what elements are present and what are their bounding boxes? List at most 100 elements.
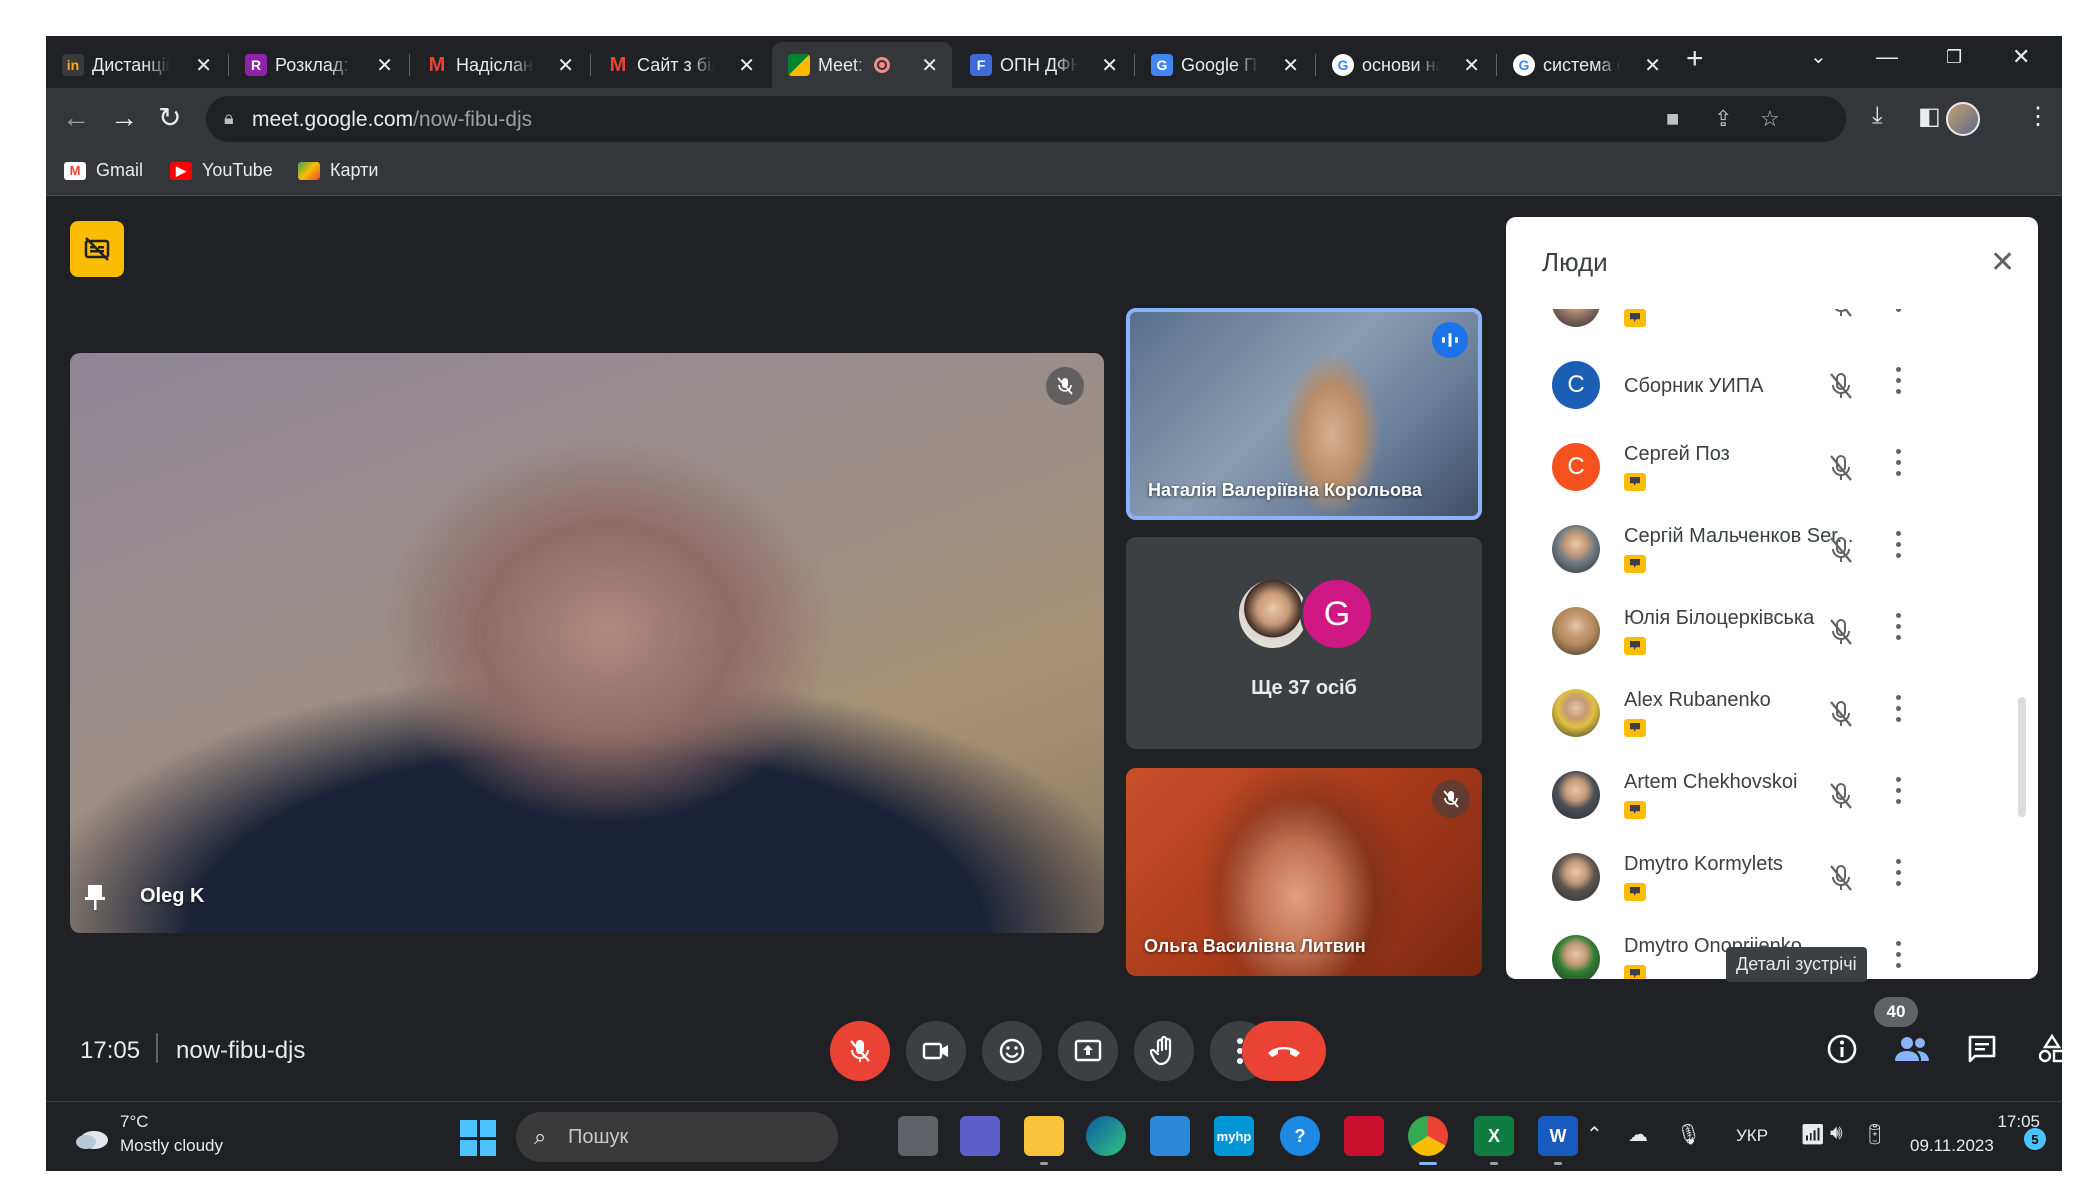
tab-close-icon[interactable]: ✕: [1282, 53, 1299, 78]
mic-off-icon[interactable]: [1824, 615, 1858, 649]
more-participants-tile[interactable]: G Ще 37 осіб: [1126, 537, 1482, 749]
bookmark-youtube[interactable]: ▶ YouTube: [170, 160, 273, 181]
tab-5-active[interactable]: Meet: ✕: [772, 42, 952, 88]
more-vert-icon[interactable]: [1894, 941, 1902, 977]
address-bar[interactable]: 🔒︎ meet.google.com/now-fibu-djs ■ ⇪ ☆: [206, 96, 1846, 142]
more-vert-icon[interactable]: [1894, 859, 1902, 895]
start-button[interactable]: [460, 1120, 496, 1156]
reactions-button[interactable]: [982, 1021, 1042, 1081]
more-vert-icon[interactable]: [1894, 449, 1902, 485]
bookmark-maps[interactable]: Карти: [298, 160, 378, 181]
tab-3[interactable]: M Надіслані - ✕: [410, 42, 588, 88]
excel-icon[interactable]: X: [1474, 1116, 1514, 1156]
more-vert-icon[interactable]: [1894, 531, 1902, 567]
reload-icon[interactable]: ↻: [158, 102, 181, 134]
myhp-icon[interactable]: myhp: [1214, 1116, 1254, 1156]
close-icon[interactable]: ✕: [1990, 245, 2015, 280]
participant-row[interactable]: Юлія Білоцерківська: [1506, 595, 2006, 675]
mic-off-icon[interactable]: [1824, 309, 1858, 321]
tab-search-chevron-icon[interactable]: ⌄: [1810, 44, 1827, 69]
more-vert-icon[interactable]: [1894, 777, 1902, 813]
participant-row[interactable]: Dmytro Kormylets: [1506, 841, 2006, 921]
chat-button[interactable]: [1958, 1025, 2006, 1073]
panel-scrollbar[interactable]: [2018, 697, 2026, 817]
toggle-camera-button[interactable]: [906, 1021, 966, 1081]
mic-off-icon[interactable]: [1824, 861, 1858, 895]
pin-icon[interactable]: [84, 883, 106, 911]
toggle-mic-button[interactable]: [830, 1021, 890, 1081]
meeting-details-button[interactable]: [1818, 1025, 1866, 1073]
task-view-icon[interactable]: [898, 1116, 938, 1156]
chrome-icon[interactable]: [1408, 1116, 1448, 1156]
microphone-icon[interactable]: 🎙︎: [1676, 1122, 1701, 1147]
side-panel-icon[interactable]: ◧: [1918, 102, 1941, 131]
notification-badge[interactable]: 5: [2024, 1128, 2046, 1150]
input-language[interactable]: УКР: [1736, 1126, 1768, 1146]
clock-date[interactable]: 09.11.2023: [1910, 1136, 1994, 1156]
participant-row[interactable]: Artem Chekhovskoi: [1506, 759, 2006, 839]
window-close-icon[interactable]: ✕: [2012, 44, 2030, 70]
tab-9[interactable]: G система с ✕: [1497, 42, 1675, 88]
cloudy-weather-icon[interactable]: [72, 1116, 112, 1156]
participant-tile[interactable]: Ольга Василівна Литвин: [1126, 768, 1482, 976]
taskbar-search[interactable]: ⌕ Пошук: [516, 1112, 838, 1162]
help-icon[interactable]: ?: [1280, 1116, 1320, 1156]
tab-8[interactable]: G основи на ✕: [1316, 42, 1494, 88]
word-icon[interactable]: W: [1538, 1116, 1578, 1156]
tab-close-icon[interactable]: ✕: [195, 53, 212, 78]
participant-row[interactable]: [1506, 309, 2006, 347]
leave-call-button[interactable]: [1242, 1021, 1326, 1081]
raise-hand-button[interactable]: [1134, 1021, 1194, 1081]
profile-avatar[interactable]: [1946, 102, 1980, 136]
tab-close-icon[interactable]: ✕: [921, 53, 938, 78]
mic-off-icon[interactable]: [1824, 451, 1858, 485]
mic-off-icon[interactable]: [1824, 779, 1858, 813]
bookmark-gmail[interactable]: M Gmail: [64, 160, 143, 181]
activities-button[interactable]: [2028, 1025, 2062, 1073]
share-icon[interactable]: ⇪: [1714, 106, 1732, 132]
participant-row[interactable]: С Сергей Поз: [1506, 431, 2006, 511]
participant-row[interactable]: Alex Rubanenko: [1506, 677, 2006, 757]
tab-close-icon[interactable]: ✕: [376, 53, 393, 78]
mcafee-icon[interactable]: [1344, 1116, 1384, 1156]
download-icon[interactable]: ⤓: [1872, 102, 1883, 130]
restore-icon[interactable]: ❐: [1946, 47, 1962, 68]
tray-overflow-chevron-icon[interactable]: ⌃: [1586, 1122, 1603, 1147]
tab-close-icon[interactable]: ✕: [1463, 53, 1480, 78]
tab-close-icon[interactable]: ✕: [1101, 53, 1118, 78]
mic-off-icon[interactable]: [1824, 369, 1858, 403]
wifi-icon[interactable]: 📶︎: [1800, 1122, 1825, 1147]
tab-7[interactable]: G Google Пре ✕: [1135, 42, 1313, 88]
clock-time[interactable]: 17:05: [1944, 1112, 2040, 1132]
main-video-tile[interactable]: Oleg K: [70, 353, 1104, 933]
bookmark-star-icon[interactable]: ☆: [1760, 106, 1780, 132]
more-vert-icon[interactable]: [1894, 613, 1902, 649]
new-tab-button[interactable]: +: [1686, 42, 1704, 76]
file-explorer-icon[interactable]: [1024, 1116, 1064, 1156]
more-vert-icon[interactable]: [1894, 309, 1902, 321]
camera-in-use-icon[interactable]: ■: [1666, 106, 1679, 132]
participant-tile-speaking[interactable]: Наталія Валеріївна Корольова: [1126, 308, 1482, 520]
minimize-icon[interactable]: —: [1876, 44, 1898, 70]
present-screen-button[interactable]: [1058, 1021, 1118, 1081]
tab-4[interactable]: M Сайт з біл ✕: [591, 42, 769, 88]
mic-off-icon[interactable]: [1824, 697, 1858, 731]
participant-row[interactable]: С Сборник УИПА: [1506, 349, 2006, 429]
teams-icon[interactable]: [960, 1116, 1000, 1156]
more-vert-icon[interactable]: [1894, 695, 1902, 731]
tab-2[interactable]: R Розклад: Ф ✕: [229, 42, 407, 88]
edge-icon[interactable]: [1086, 1116, 1126, 1156]
mic-off-icon[interactable]: [1824, 533, 1858, 567]
back-arrow-icon[interactable]: ←: [62, 102, 90, 134]
more-vert-icon[interactable]: [1894, 367, 1902, 403]
tab-close-icon[interactable]: ✕: [1644, 53, 1661, 78]
store-icon[interactable]: [1150, 1116, 1190, 1156]
battery-icon[interactable]: 🔋︎: [1862, 1122, 1887, 1147]
people-button[interactable]: [1888, 1025, 1936, 1073]
tab-6[interactable]: F ОПН ДФН ✕: [954, 42, 1132, 88]
captions-button[interactable]: [70, 221, 124, 277]
tab-1[interactable]: in Дистанційн ✕: [46, 42, 226, 88]
cloud-off-icon[interactable]: ☁: [1628, 1122, 1648, 1147]
participant-row[interactable]: Сергій Мальченков Ser...: [1506, 513, 2006, 593]
tab-close-icon[interactable]: ✕: [738, 53, 755, 78]
